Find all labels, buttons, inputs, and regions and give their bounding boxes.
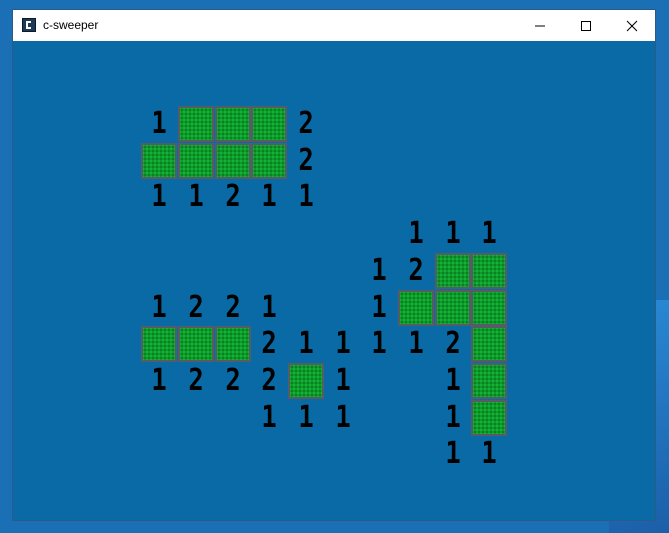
unrevealed-tile[interactable] xyxy=(435,253,471,289)
revealed-number-cell[interactable]: 1 xyxy=(254,290,285,326)
revealed-number-cell[interactable]: 2 xyxy=(291,106,322,142)
revealed-number-cell[interactable]: 2 xyxy=(218,363,249,399)
revealed-number-cell[interactable]: 1 xyxy=(144,363,175,399)
revealed-number-cell[interactable]: 1 xyxy=(181,179,212,215)
unrevealed-tile[interactable] xyxy=(471,326,507,362)
unrevealed-tile[interactable] xyxy=(471,400,507,436)
revealed-number-cell[interactable]: 1 xyxy=(364,253,395,289)
revealed-number-cell[interactable]: 1 xyxy=(328,363,359,399)
unrevealed-tile[interactable] xyxy=(141,143,177,179)
maximize-icon xyxy=(581,20,591,31)
title-bar[interactable]: c-sweeper xyxy=(13,10,655,42)
revealed-number-cell[interactable]: 1 xyxy=(291,179,322,215)
unrevealed-tile[interactable] xyxy=(215,106,251,142)
unrevealed-tile[interactable] xyxy=(435,290,471,326)
revealed-number-cell[interactable]: 1 xyxy=(254,179,285,215)
revealed-number-cell[interactable]: 2 xyxy=(438,326,469,362)
revealed-number-cell[interactable]: 1 xyxy=(328,400,359,436)
unrevealed-tile[interactable] xyxy=(251,143,287,179)
revealed-number-cell[interactable]: 2 xyxy=(291,143,322,179)
revealed-number-cell[interactable]: 2 xyxy=(401,253,432,289)
revealed-number-cell[interactable]: 1 xyxy=(144,290,175,326)
unrevealed-tile[interactable] xyxy=(178,326,214,362)
revealed-number-cell[interactable]: 1 xyxy=(401,326,432,362)
app-icon[interactable] xyxy=(22,18,36,32)
revealed-number-cell[interactable]: 1 xyxy=(364,290,395,326)
revealed-number-cell[interactable]: 1 xyxy=(438,436,469,472)
revealed-number-cell[interactable]: 1 xyxy=(328,326,359,362)
unrevealed-tile[interactable] xyxy=(398,290,434,326)
close-button[interactable] xyxy=(609,10,655,41)
unrevealed-tile[interactable] xyxy=(251,106,287,142)
revealed-number-cell[interactable]: 1 xyxy=(291,326,322,362)
revealed-number-cell[interactable]: 1 xyxy=(254,400,285,436)
revealed-number-cell[interactable]: 1 xyxy=(474,216,505,252)
revealed-number-cell[interactable]: 1 xyxy=(438,216,469,252)
minefield-board[interactable]: 122112111111212211211112122211111111 xyxy=(13,41,655,520)
minimize-button[interactable] xyxy=(517,10,563,41)
revealed-number-cell[interactable]: 2 xyxy=(218,290,249,326)
unrevealed-tile[interactable] xyxy=(141,326,177,362)
unrevealed-tile[interactable] xyxy=(178,106,214,142)
revealed-number-cell[interactable]: 1 xyxy=(144,179,175,215)
unrevealed-tile[interactable] xyxy=(215,326,251,362)
revealed-number-cell[interactable]: 1 xyxy=(438,363,469,399)
unrevealed-tile[interactable] xyxy=(471,253,507,289)
revealed-number-cell[interactable]: 2 xyxy=(218,179,249,215)
unrevealed-tile[interactable] xyxy=(471,290,507,326)
revealed-number-cell[interactable]: 1 xyxy=(144,106,175,142)
revealed-number-cell[interactable]: 1 xyxy=(291,400,322,436)
revealed-number-cell[interactable]: 2 xyxy=(254,326,285,362)
revealed-number-cell[interactable]: 2 xyxy=(181,290,212,326)
revealed-number-cell[interactable]: 1 xyxy=(438,400,469,436)
revealed-number-cell[interactable]: 2 xyxy=(181,363,212,399)
revealed-number-cell[interactable]: 1 xyxy=(401,216,432,252)
revealed-number-cell[interactable]: 1 xyxy=(474,436,505,472)
revealed-number-cell[interactable]: 1 xyxy=(364,326,395,362)
unrevealed-tile[interactable] xyxy=(178,143,214,179)
game-window: c-sweeper 122112111111212211211112122211… xyxy=(13,10,655,520)
close-icon xyxy=(626,20,638,31)
window-title: c-sweeper xyxy=(43,18,99,32)
unrevealed-tile[interactable] xyxy=(471,363,507,399)
minimize-icon xyxy=(535,25,545,26)
maximize-button[interactable] xyxy=(563,10,609,41)
unrevealed-tile[interactable] xyxy=(288,363,324,399)
revealed-number-cell[interactable]: 2 xyxy=(254,363,285,399)
unrevealed-tile[interactable] xyxy=(215,143,251,179)
